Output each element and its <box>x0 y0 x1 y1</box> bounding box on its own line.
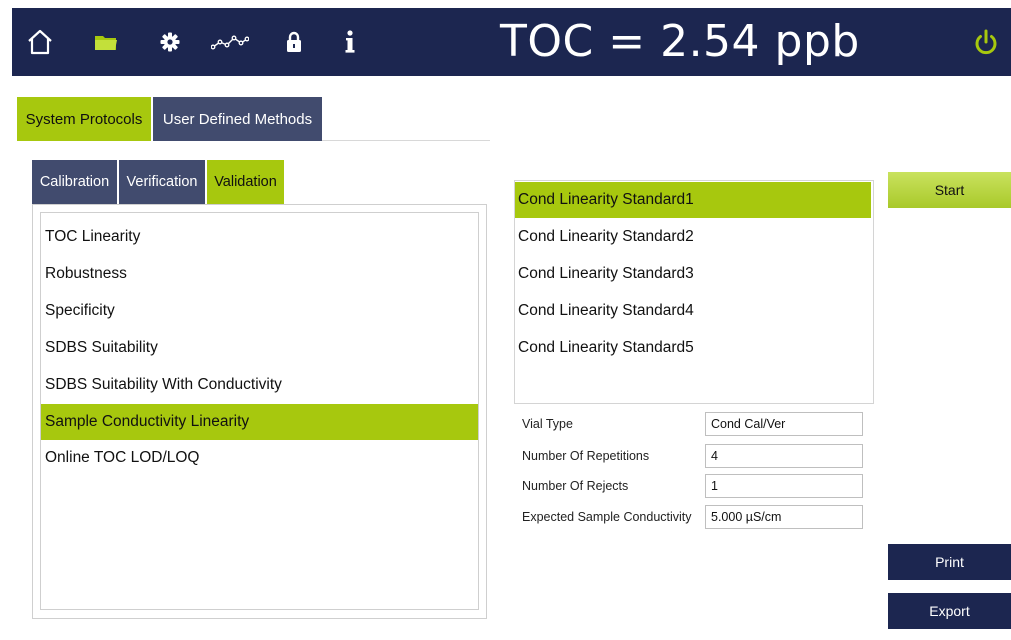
expected-conductivity-field[interactable] <box>705 505 863 529</box>
list-item[interactable]: Online TOC LOD/LOQ <box>41 440 478 476</box>
tab-validation[interactable]: Validation <box>207 160 284 204</box>
repetitions-label: Number Of Repetitions <box>522 449 650 463</box>
list-item-selected[interactable]: Sample Conductivity Linearity <box>41 404 478 440</box>
list-item[interactable]: SDBS Suitability With Conductivity <box>41 367 478 403</box>
trend-icon[interactable] <box>208 8 252 76</box>
tab-divider <box>322 140 490 141</box>
print-button[interactable]: Print <box>888 544 1011 580</box>
lock-icon[interactable] <box>282 8 306 76</box>
list-item[interactable]: Cond Linearity Standard3 <box>515 256 871 292</box>
list-item[interactable]: TOC Linearity <box>41 219 478 255</box>
list-item-selected[interactable]: Cond Linearity Standard1 <box>515 182 871 218</box>
repetitions-field[interactable] <box>705 444 863 468</box>
vial-type-label: Vial Type <box>522 417 573 431</box>
start-button[interactable]: Start <box>888 172 1011 208</box>
vial-type-field[interactable] <box>705 412 863 436</box>
rejects-field[interactable] <box>705 474 863 498</box>
validation-method-panel: TOC Linearity Robustness Specificity SDB… <box>32 204 487 619</box>
list-item[interactable]: Robustness <box>41 256 478 292</box>
folder-icon[interactable] <box>92 8 120 76</box>
tab-verification[interactable]: Verification <box>119 160 205 204</box>
list-item[interactable]: SDBS Suitability <box>41 330 478 366</box>
tab-system-protocols[interactable]: System Protocols <box>17 97 151 141</box>
method-list[interactable]: TOC Linearity Robustness Specificity SDB… <box>40 212 479 610</box>
standards-list[interactable]: Cond Linearity Standard1 Cond Linearity … <box>514 180 874 404</box>
list-item[interactable]: Cond Linearity Standard5 <box>515 330 871 366</box>
toc-readout: TOC = 2.54 ppb <box>500 16 860 67</box>
home-icon[interactable] <box>24 8 56 76</box>
rejects-label: Number Of Rejects <box>522 479 629 493</box>
gear-icon[interactable] <box>156 8 184 76</box>
list-item[interactable]: Specificity <box>41 293 478 329</box>
tab-calibration[interactable]: Calibration <box>32 160 117 204</box>
expected-conductivity-label: Expected Sample Conductivity <box>522 510 692 524</box>
power-icon[interactable] <box>968 8 1004 76</box>
list-item[interactable]: Cond Linearity Standard4 <box>515 293 871 329</box>
tab-user-defined-methods[interactable]: User Defined Methods <box>153 97 322 141</box>
info-icon[interactable] <box>340 8 360 76</box>
list-item[interactable]: Cond Linearity Standard2 <box>515 219 871 255</box>
export-button[interactable]: Export <box>888 593 1011 629</box>
